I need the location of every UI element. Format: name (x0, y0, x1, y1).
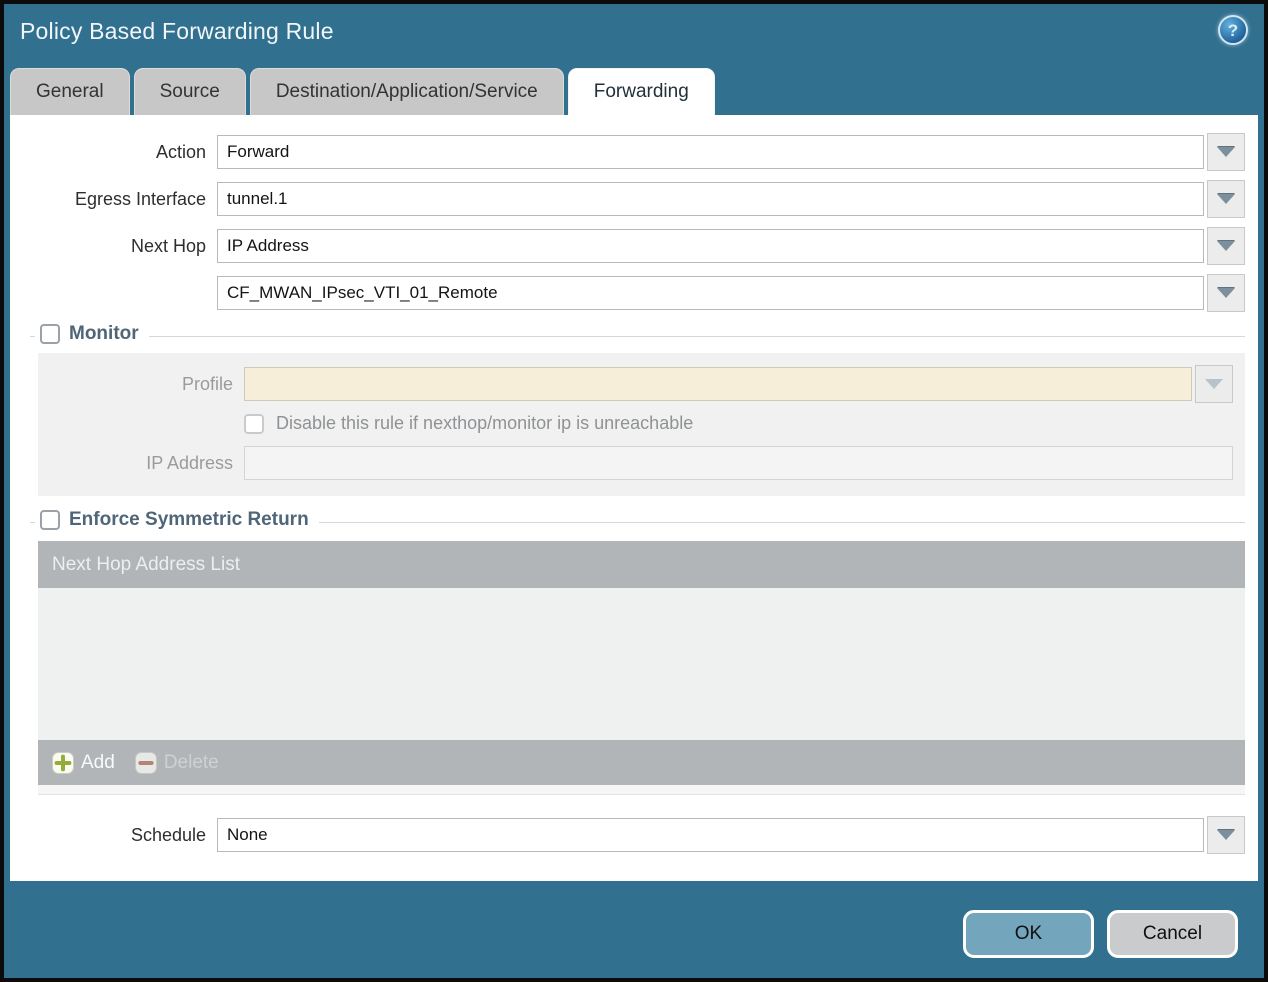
monitor-ip-address-field (244, 446, 1233, 480)
dialog-title: Policy Based Forwarding Rule (20, 18, 334, 44)
schedule-combobox (217, 816, 1245, 854)
schedule-row: Schedule (10, 816, 1245, 854)
next-hop-address-list-table: Next Hop Address List Add Delete (38, 541, 1245, 795)
cancel-button[interactable]: Cancel (1107, 910, 1238, 958)
plus-icon (52, 751, 74, 774)
monitor-section: Monitor Profile Disable this rule if nex… (30, 323, 1245, 496)
action-dropdown-button[interactable] (1207, 133, 1245, 171)
monitor-panel: Profile Disable this rule if nexthop/mon… (38, 353, 1245, 496)
monitor-ip-address-input (244, 446, 1233, 480)
next-hop-row: Next Hop (10, 227, 1245, 265)
egress-interface-label: Egress Interface (74, 188, 206, 209)
profile-combobox (244, 365, 1233, 403)
egress-interface-input[interactable] (217, 182, 1204, 216)
chevron-down-icon (1217, 147, 1235, 157)
chevron-down-icon (1217, 241, 1235, 251)
tab-general[interactable]: General (10, 68, 130, 115)
action-row: Action (10, 133, 1245, 171)
disable-rule-row: Disable this rule if nexthop/monitor ip … (244, 413, 1233, 434)
delete-button-label: Delete (163, 751, 219, 773)
delete-button: Delete (134, 751, 219, 774)
monitor-legend: Monitor (35, 323, 149, 345)
next-hop-combobox (217, 227, 1245, 265)
next-hop-address-list-header: Next Hop Address List (38, 541, 1245, 588)
schedule-input[interactable] (217, 818, 1204, 852)
ok-button[interactable]: OK (963, 910, 1094, 958)
chevron-down-icon (1217, 194, 1235, 204)
next-hop-address-list-body[interactable] (38, 588, 1245, 740)
chevron-down-icon (1217, 288, 1235, 298)
profile-label: Profile (181, 373, 233, 394)
next-hop-dropdown-button[interactable] (1207, 227, 1245, 265)
dialog-footer: OK Cancel (963, 910, 1238, 958)
schedule-label: Schedule (130, 824, 206, 845)
add-button-label: Add (81, 751, 115, 773)
profile-row: Profile (38, 365, 1233, 403)
monitor-checkbox[interactable] (40, 324, 60, 344)
enforce-symmetric-return-checkbox[interactable] (40, 510, 60, 530)
question-mark-glyph: ? (1227, 20, 1239, 40)
enforce-symmetric-return-title: Enforce Symmetric Return (69, 509, 309, 530)
monitor-ip-address-row: IP Address (38, 446, 1233, 480)
forwarding-tab-panel: Action Egress Interface Next Hop (10, 115, 1258, 881)
tab-destination-application-service[interactable]: Destination/Application/Service (249, 68, 564, 115)
dialog-titlebar: Policy Based Forwarding Rule ? (4, 4, 1264, 66)
next-hop-address-combobox (217, 274, 1245, 312)
next-hop-address-list-toolbar: Add Delete (38, 740, 1245, 785)
action-label: Action (155, 141, 206, 162)
help-icon[interactable]: ? (1218, 15, 1248, 45)
tab-source[interactable]: Source (133, 68, 246, 115)
egress-interface-dropdown-button[interactable] (1207, 180, 1245, 218)
profile-dropdown-button (1195, 365, 1233, 403)
policy-based-forwarding-dialog: Policy Based Forwarding Rule ? General S… (0, 0, 1268, 982)
next-hop-address-dropdown-button[interactable] (1207, 274, 1245, 312)
tab-forwarding[interactable]: Forwarding (567, 68, 715, 115)
egress-interface-combobox (217, 180, 1245, 218)
monitor-section-title: Monitor (69, 323, 139, 344)
minus-icon (134, 751, 157, 774)
schedule-dropdown-button[interactable] (1207, 816, 1245, 854)
egress-interface-row: Egress Interface (10, 180, 1245, 218)
action-combobox (217, 133, 1245, 171)
chevron-down-icon (1205, 379, 1223, 389)
next-hop-address-input[interactable] (217, 276, 1204, 310)
monitor-ip-address-label: IP Address (146, 452, 233, 473)
disable-rule-checkbox (244, 413, 264, 434)
next-hop-label: Next Hop (130, 235, 206, 256)
disable-rule-label: Disable this rule if nexthop/monitor ip … (276, 413, 694, 433)
enforce-symmetric-return-legend: Enforce Symmetric Return (35, 509, 319, 531)
tab-bar: General Source Destination/Application/S… (10, 68, 715, 115)
action-input[interactable] (217, 135, 1204, 169)
profile-input (244, 367, 1192, 401)
table-bottom-strip (38, 785, 1245, 794)
enforce-symmetric-return-section: Enforce Symmetric Return Next Hop Addres… (30, 509, 1245, 795)
chevron-down-icon (1217, 830, 1235, 840)
next-hop-address-row (10, 274, 1245, 312)
next-hop-type-input[interactable] (217, 229, 1204, 263)
add-button[interactable]: Add (52, 751, 115, 774)
